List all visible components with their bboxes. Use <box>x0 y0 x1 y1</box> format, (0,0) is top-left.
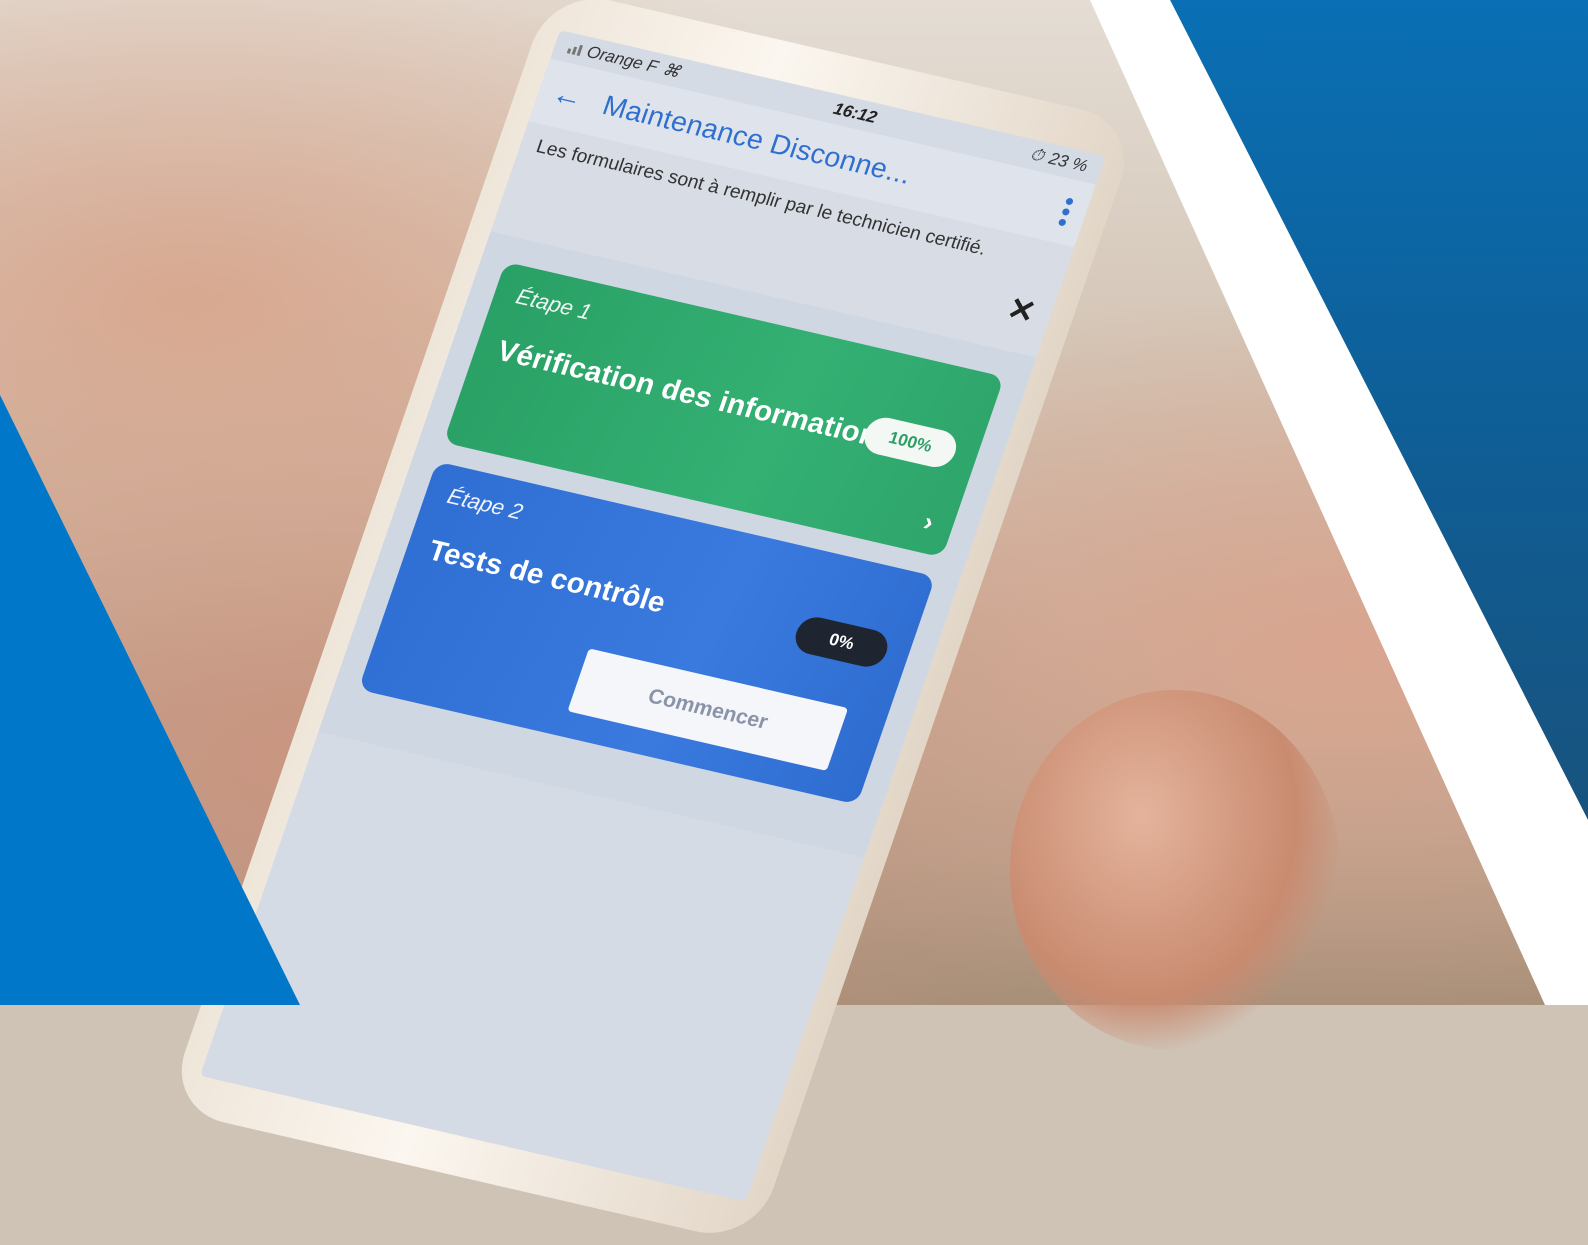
status-time: 16:12 <box>830 99 880 127</box>
start-button[interactable]: Commencer <box>567 648 849 771</box>
close-icon[interactable]: ✕ <box>1002 289 1041 331</box>
alarm-icon: ⏱ <box>1027 144 1047 166</box>
arrow-left-icon[interactable]: ← <box>547 77 588 116</box>
kebab-icon[interactable] <box>1055 193 1078 231</box>
chevron-right-icon[interactable]: › <box>919 506 938 537</box>
battery-level: 23 % <box>1046 148 1091 176</box>
thumb <box>1010 690 1340 1050</box>
signal-icon <box>566 42 584 56</box>
wifi-icon: ⌘ <box>660 59 683 82</box>
